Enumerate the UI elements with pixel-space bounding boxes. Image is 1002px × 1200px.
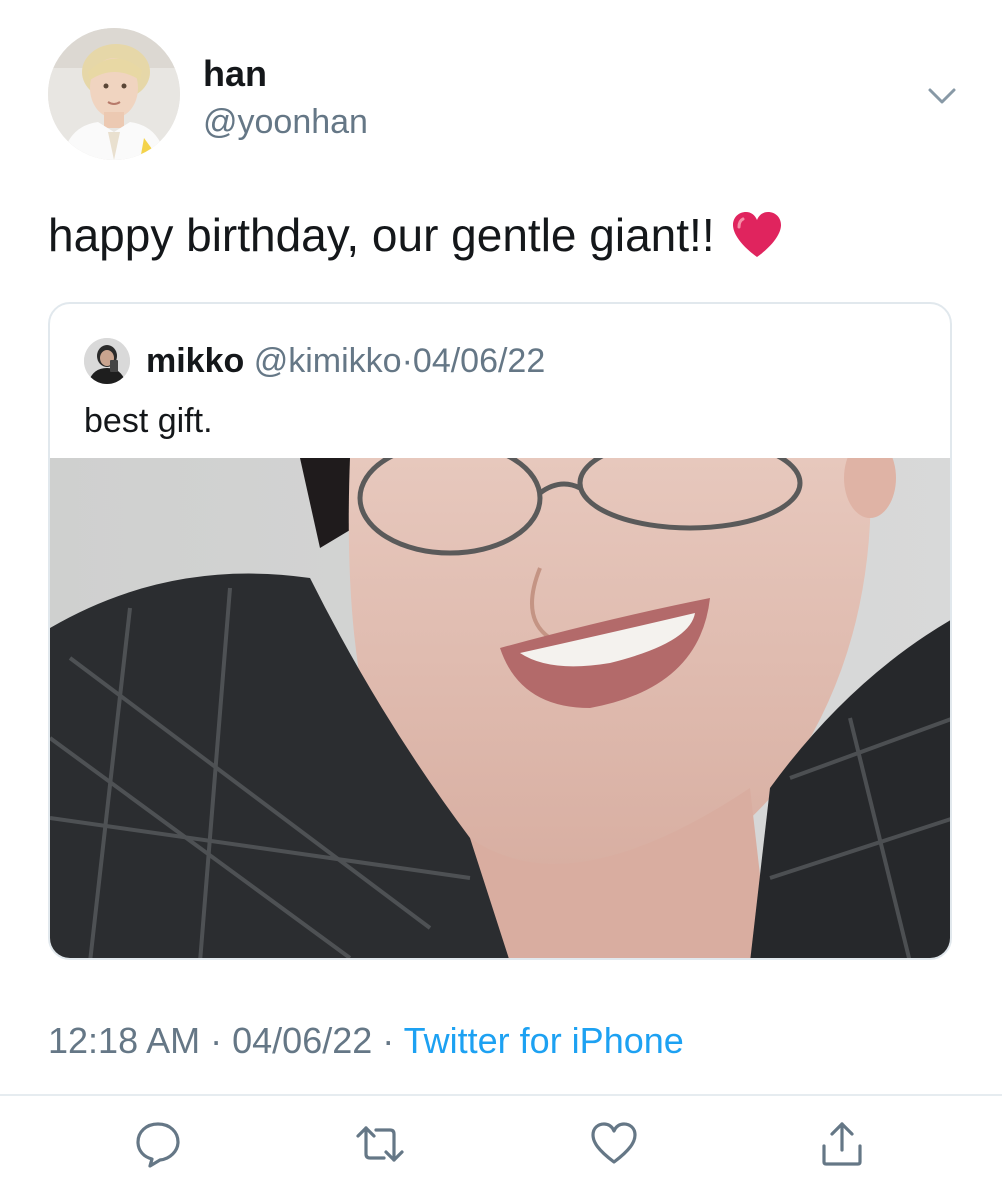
quoted-tweet-header: mikko @kimikko·04/06/22 [146,338,545,384]
quoted-author-avatar[interactable] [84,338,130,384]
chevron-down-icon[interactable] [922,80,962,110]
meta-separator: · [210,1020,223,1061]
tweet-text-body: happy birthday, our gentle giant!! [48,209,715,261]
author-handle[interactable]: @yoonhan [203,100,368,144]
heart-emoji-icon [731,211,783,273]
divider [0,1094,1002,1096]
quoted-author-handle[interactable]: @kimikko [254,342,402,380]
tweet-time: 12:18 AM [48,1020,201,1061]
tweet-source-link[interactable]: Twitter for iPhone [404,1020,684,1061]
quoted-tweet-photo[interactable] [50,458,950,958]
quoted-separator: · [401,342,413,380]
meta-separator: · [382,1020,395,1061]
tweet-text: happy birthday, our gentle giant!! [48,205,783,273]
reply-icon[interactable] [132,1118,184,1170]
tweet-date: 04/06/22 [232,1020,373,1061]
quoted-tweet-card[interactable]: mikko @kimikko·04/06/22 best gift. [48,302,952,960]
like-icon[interactable] [588,1118,640,1170]
quoted-date: 04/06/22 [412,342,546,380]
author-display-name[interactable]: han [203,52,267,96]
retweet-icon[interactable] [354,1118,406,1170]
share-icon[interactable] [816,1118,868,1170]
tweet-detail: han @yoonhan happy birthday, our gentle … [0,0,1002,1200]
quoted-author-name[interactable]: mikko [146,342,244,380]
tweet-meta: 12:18 AM · 04/06/22 · Twitter for iPhone [48,1018,684,1064]
quoted-tweet-text: best gift. [84,402,213,440]
author-avatar[interactable] [48,28,180,160]
